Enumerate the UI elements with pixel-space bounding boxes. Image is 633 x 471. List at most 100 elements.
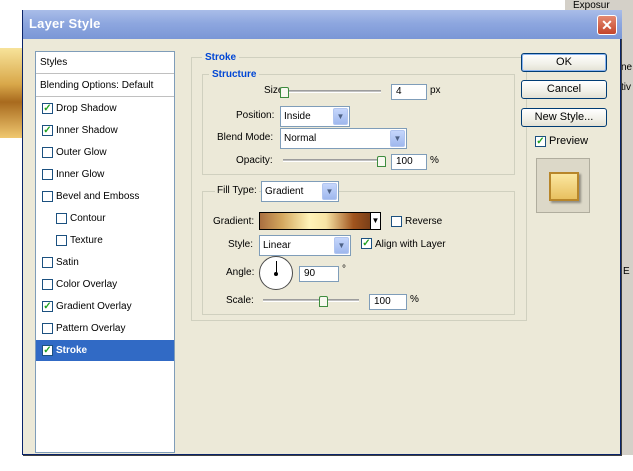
reverse-checkbox[interactable] <box>391 216 402 227</box>
scale-unit: % <box>410 294 419 305</box>
style-item-stroke[interactable]: ✓ Stroke <box>36 340 174 361</box>
fill-type-label: Fill Type: <box>215 185 259 196</box>
outer-glow-checkbox[interactable] <box>42 147 53 158</box>
style-item-label: Bevel and Emboss <box>56 191 140 202</box>
fill-type-value: Gradient <box>265 186 304 197</box>
style-item-label: Outer Glow <box>56 147 107 158</box>
ok-button[interactable]: OK <box>521 53 607 72</box>
bevel-emboss-checkbox[interactable] <box>42 191 53 202</box>
chevron-down-icon[interactable]: ▼ <box>370 213 380 229</box>
style-item-satin[interactable]: Satin <box>36 252 174 274</box>
stroke-group-title: Stroke <box>202 52 240 63</box>
style-item-contour[interactable]: Contour <box>36 208 174 230</box>
style-item-label: Inner Shadow <box>56 125 118 136</box>
size-slider-track[interactable] <box>283 90 381 93</box>
fill-type-select[interactable]: Gradient ▼ <box>261 181 339 202</box>
angle-unit: ° <box>342 264 346 275</box>
fill-type-group: Fill Type: Gradient ▼ Gradient: ▼ Revers… <box>202 181 515 315</box>
opacity-slider-thumb[interactable] <box>377 156 386 167</box>
angle-center-dot <box>274 272 278 276</box>
opacity-label: Opacity: <box>236 155 273 166</box>
preview-sample <box>549 172 579 201</box>
opacity-input[interactable]: 100 <box>391 154 427 170</box>
stroke-group: Stroke Structure Size: 4 px Position: In… <box>191 52 527 321</box>
preview-label: Preview <box>549 135 589 147</box>
structure-group-title: Structure <box>209 69 260 80</box>
style-item-texture[interactable]: Texture <box>36 230 174 252</box>
style-item-gradient-overlay[interactable]: ✓ Gradient Overlay <box>36 296 174 318</box>
blend-mode-value: Normal <box>284 133 317 144</box>
style-item-label: Pattern Overlay <box>56 323 126 334</box>
angle-dial[interactable] <box>259 256 293 290</box>
contour-checkbox[interactable] <box>56 213 67 224</box>
angle-label: Angle: <box>226 267 255 278</box>
cancel-button[interactable]: Cancel <box>521 80 607 99</box>
style-item-label: Contour <box>70 213 106 224</box>
pattern-overlay-checkbox[interactable] <box>42 323 53 334</box>
dialog-titlebar[interactable]: Layer Style ✕ <box>23 10 622 39</box>
color-overlay-checkbox[interactable] <box>42 279 53 290</box>
opacity-slider-track[interactable] <box>283 159 381 162</box>
gradient-picker[interactable]: ▼ <box>259 212 381 230</box>
scale-label: Scale: <box>226 295 254 306</box>
opacity-unit: % <box>430 155 439 166</box>
style-item-inner-glow[interactable]: Inner Glow <box>36 164 174 186</box>
chevron-down-icon[interactable]: ▼ <box>390 130 405 147</box>
panel-text-tiv: tiv <box>621 82 631 93</box>
align-with-layer-checkbox[interactable]: ✓ <box>361 238 372 249</box>
size-unit: px <box>430 85 441 96</box>
scale-input[interactable]: 100 <box>369 294 407 310</box>
style-item-color-overlay[interactable]: Color Overlay <box>36 274 174 296</box>
angle-input[interactable]: 90 <box>299 266 339 282</box>
size-slider-thumb[interactable] <box>280 87 289 98</box>
align-with-layer-label: Align with Layer <box>375 239 446 250</box>
panel-text-ne: ne <box>621 62 633 73</box>
background-bottom <box>0 455 633 471</box>
structure-group: Structure Size: 4 px Position: Inside ▼ … <box>202 69 515 175</box>
canvas-artwork-fragment <box>0 48 22 138</box>
style-item-outer-glow[interactable]: Outer Glow <box>36 142 174 164</box>
style-select[interactable]: Linear ▼ <box>259 235 351 256</box>
style-item-pattern-overlay[interactable]: Pattern Overlay <box>36 318 174 340</box>
style-item-label: Drop Shadow <box>56 103 117 114</box>
scale-slider-track[interactable] <box>263 299 359 302</box>
drop-shadow-checkbox[interactable]: ✓ <box>42 103 53 114</box>
chevron-down-icon[interactable]: ▼ <box>333 108 348 125</box>
style-item-label: Color Overlay <box>56 279 118 290</box>
texture-checkbox[interactable] <box>56 235 67 246</box>
screen: Exposur Sat ne tiv E Layer Style ✕ Style… <box>0 0 633 471</box>
inner-shadow-checkbox[interactable]: ✓ <box>42 125 53 136</box>
styles-header[interactable]: Styles <box>36 52 174 74</box>
position-select[interactable]: Inside ▼ <box>280 106 350 127</box>
position-label: Position: <box>236 110 275 121</box>
dialog-title: Layer Style <box>29 16 101 31</box>
new-style-button[interactable]: New Style... <box>521 108 607 127</box>
style-item-label: Satin <box>56 257 79 268</box>
position-value: Inside <box>284 111 311 122</box>
style-item-inner-shadow[interactable]: ✓ Inner Shadow <box>36 120 174 142</box>
close-button[interactable]: ✕ <box>597 15 617 35</box>
gradient-label: Gradient: <box>213 216 255 227</box>
chevron-down-icon[interactable]: ▼ <box>334 237 349 254</box>
style-item-bevel-emboss[interactable]: Bevel and Emboss <box>36 186 174 208</box>
blend-mode-select[interactable]: Normal ▼ <box>280 128 407 149</box>
gradient-overlay-checkbox[interactable]: ✓ <box>42 301 53 312</box>
style-value: Linear <box>263 240 291 251</box>
panel-text-e: E <box>623 266 630 277</box>
stroke-checkbox[interactable]: ✓ <box>42 345 53 356</box>
style-preview-thumbnail <box>536 158 590 213</box>
style-item-label: Stroke <box>56 345 88 356</box>
gradient-swatch[interactable] <box>260 213 370 229</box>
style-item-label: Gradient Overlay <box>56 301 132 312</box>
inner-glow-checkbox[interactable] <box>42 169 53 180</box>
blending-options-item[interactable]: Blending Options: Default <box>36 75 174 97</box>
preview-checkbox[interactable]: ✓ <box>535 136 546 147</box>
satin-checkbox[interactable] <box>42 257 53 268</box>
chevron-down-icon[interactable]: ▼ <box>322 183 337 200</box>
style-item-drop-shadow[interactable]: ✓ Drop Shadow <box>36 98 174 120</box>
scale-slider-thumb[interactable] <box>319 296 328 307</box>
style-item-label: Inner Glow <box>56 169 105 180</box>
styles-list: Styles Blending Options: Default ✓ Drop … <box>35 51 175 453</box>
size-input[interactable]: 4 <box>391 84 427 100</box>
reverse-label: Reverse <box>405 216 443 227</box>
